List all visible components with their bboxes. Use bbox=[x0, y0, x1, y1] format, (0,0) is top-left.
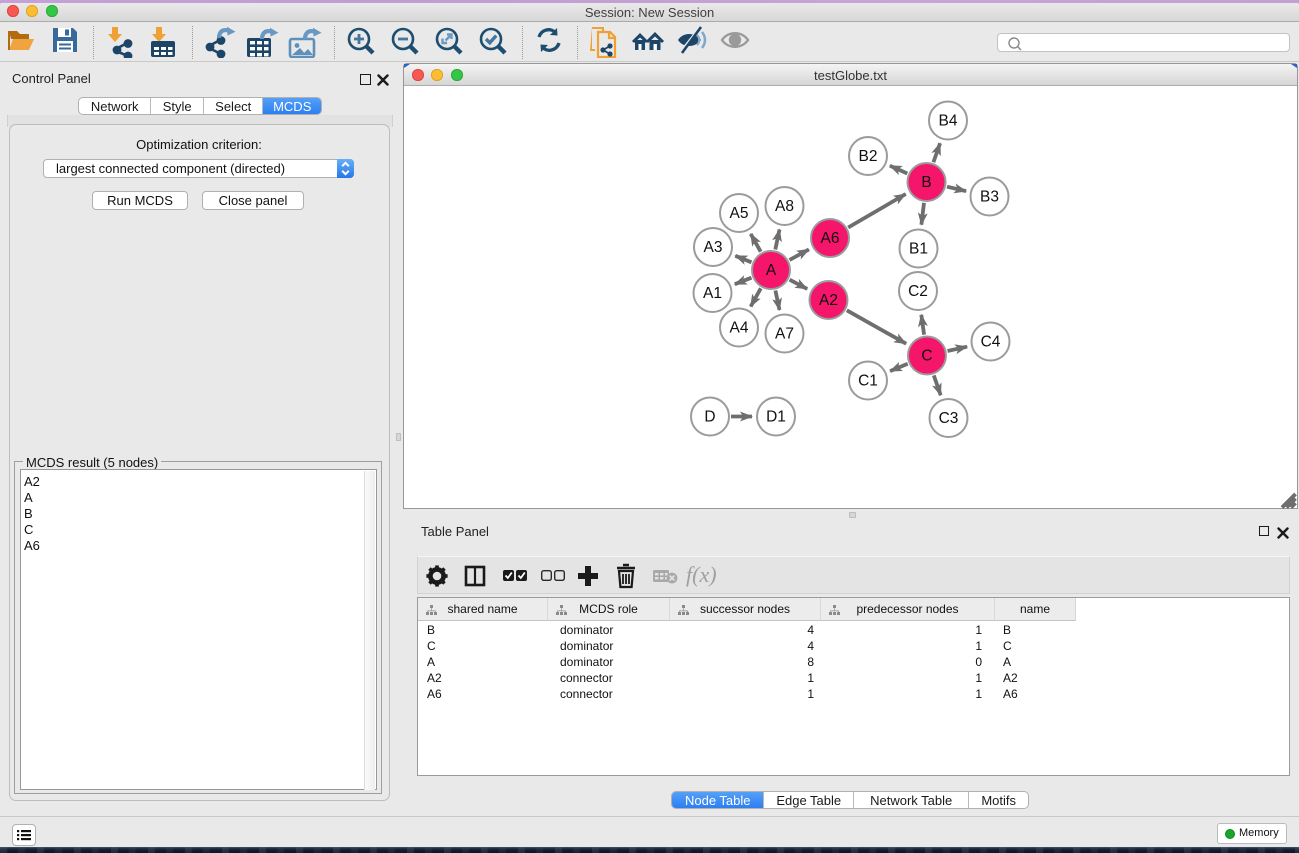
svg-text:C: C bbox=[921, 348, 932, 365]
svg-text:A7: A7 bbox=[775, 326, 794, 343]
svg-text:C2: C2 bbox=[908, 283, 928, 300]
svg-text:A2: A2 bbox=[819, 292, 838, 309]
svg-text:C4: C4 bbox=[981, 334, 1001, 351]
svg-text:A6: A6 bbox=[821, 230, 840, 247]
svg-text:B3: B3 bbox=[980, 189, 999, 206]
svg-text:D1: D1 bbox=[766, 409, 786, 426]
svg-text:C1: C1 bbox=[858, 373, 878, 390]
svg-text:B4: B4 bbox=[939, 113, 958, 130]
svg-text:B1: B1 bbox=[909, 241, 928, 258]
svg-text:A4: A4 bbox=[730, 320, 749, 337]
svg-text:A1: A1 bbox=[703, 285, 722, 302]
svg-text:A3: A3 bbox=[704, 239, 723, 256]
svg-text:B2: B2 bbox=[859, 148, 878, 165]
svg-text:A5: A5 bbox=[730, 205, 749, 222]
svg-text:D: D bbox=[704, 409, 715, 426]
svg-text:C3: C3 bbox=[939, 410, 959, 427]
svg-text:B: B bbox=[921, 174, 931, 191]
svg-text:A8: A8 bbox=[775, 198, 794, 215]
svg-text:A: A bbox=[766, 262, 777, 279]
